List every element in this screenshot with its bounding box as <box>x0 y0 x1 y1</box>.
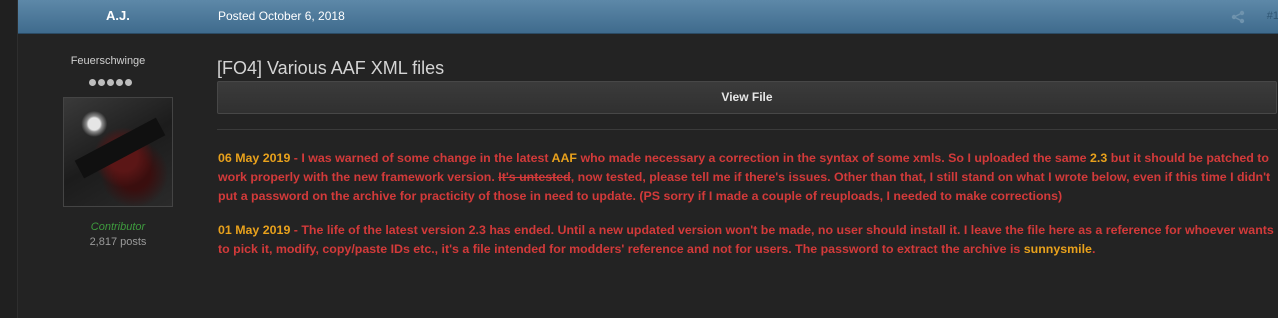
post-count: 2,817 posts <box>89 236 147 248</box>
post-number-link[interactable]: #1 <box>1267 10 1278 22</box>
update-paragraph-2: 01 May 2019 - The life of the latest ver… <box>218 221 1276 259</box>
body-text: - I was warned of some change in the lat… <box>290 151 552 165</box>
rank-pip <box>89 79 96 86</box>
member-group: Contributor <box>90 221 146 233</box>
avatar[interactable] <box>63 97 173 207</box>
author-name-link[interactable]: A.J. <box>106 8 130 23</box>
strikethrough-text: It's untested <box>498 170 571 184</box>
body-text: - The life of the latest version 2.3 has… <box>218 223 1274 256</box>
rank-pip <box>98 79 105 86</box>
posted-date: Posted October 6, 2018 <box>218 9 345 23</box>
body-text: . <box>1091 242 1096 256</box>
share-icon[interactable] <box>1231 10 1245 24</box>
view-file-button[interactable]: View File <box>217 81 1277 114</box>
body-text: who made necessary a correction in the s… <box>577 151 1091 165</box>
rank-pip <box>125 79 132 86</box>
password-text: sunnysmile <box>1023 242 1092 256</box>
highlight-text: 2.3 <box>1090 151 1108 165</box>
post-header: A.J. Posted October 6, 2018 #1 <box>18 0 1278 34</box>
update-date: 01 May 2019 <box>218 223 291 237</box>
forum-post: A.J. Posted October 6, 2018 #1 Feuerschw… <box>17 0 1278 318</box>
avatar-figure <box>74 117 166 179</box>
author-info: Feuerschwinge Contributor 2,817 posts <box>18 34 198 318</box>
rank-pips <box>89 73 134 86</box>
update-date: 06 May 2019 <box>218 151 291 165</box>
author-title: Feuerschwinge <box>70 55 146 67</box>
page-left-strip <box>0 0 17 318</box>
rank-pip <box>116 79 123 86</box>
post-title: [FO4] Various AAF XML files <box>217 58 445 78</box>
content-divider <box>217 129 1277 130</box>
update-paragraph-1: 06 May 2019 - I was warned of some chang… <box>218 149 1276 206</box>
rank-pip <box>107 79 114 86</box>
post-body: 06 May 2019 - I was warned of some chang… <box>218 149 1276 274</box>
highlight-text: AAF <box>551 151 577 165</box>
